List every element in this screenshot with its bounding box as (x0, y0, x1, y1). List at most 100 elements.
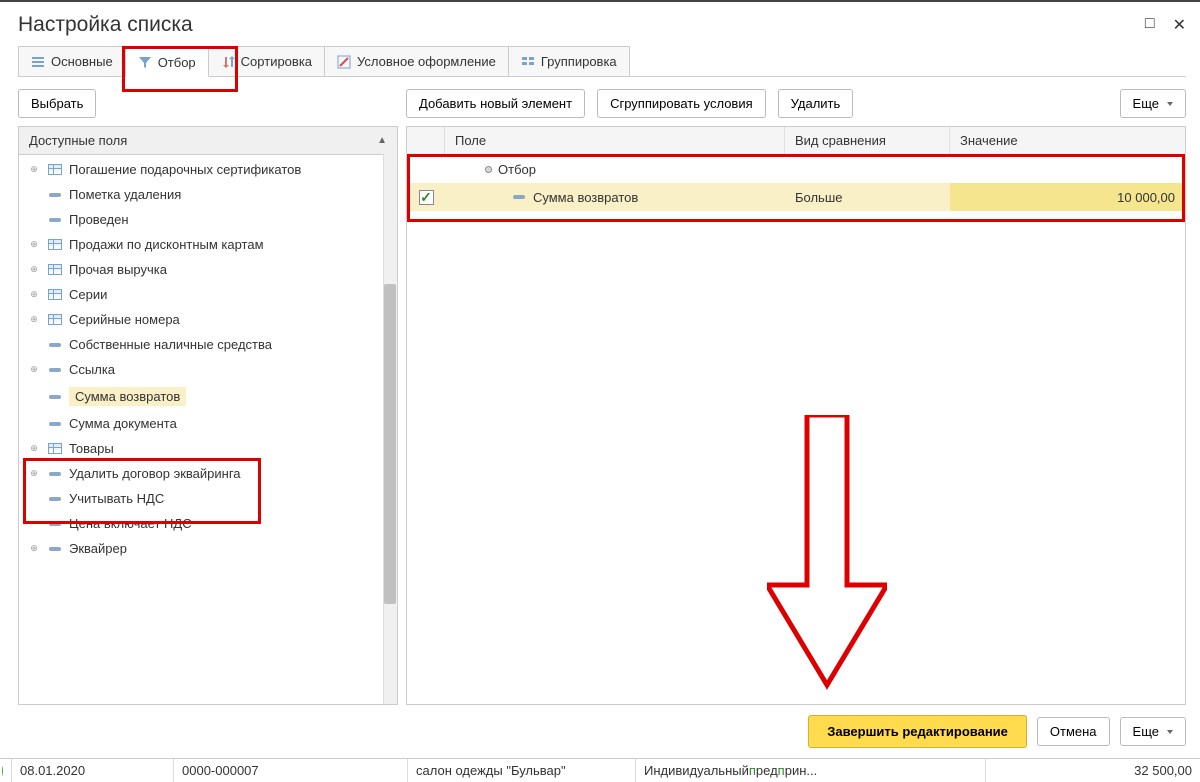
filter-row-comparison[interactable]: Больше (785, 183, 950, 211)
expand-icon[interactable]: ⊕ (27, 239, 41, 250)
window: Настройка списка □ ✕ Основные Отбор Сорт… (0, 0, 1200, 777)
red-arrow-annotation (767, 415, 887, 695)
field-item[interactable]: ⊕ Серии (19, 282, 397, 307)
status-org: салон одежды "Бульвар" (408, 759, 636, 782)
field-item[interactable]: Цена включает НДС (19, 511, 397, 536)
field-label: Серийные номера (69, 312, 180, 327)
field-item[interactable]: ⊕ Прочая выручка (19, 257, 397, 282)
dialog-footer: Завершить редактирование Отмена Еще (0, 705, 1200, 758)
maximize-icon[interactable]: □ (1145, 15, 1155, 35)
field-item[interactable]: ⊕ Товары (19, 436, 397, 461)
collapse-icon: ▲ (377, 135, 387, 146)
add-element-button[interactable]: Добавить новый элемент (406, 89, 585, 118)
tab-sort[interactable]: Сортировка (208, 46, 325, 76)
expand-icon[interactable]: ⊕ (27, 314, 41, 325)
list-icon (31, 55, 45, 69)
field-icon (513, 195, 525, 199)
status-docnum: 0000-000007 (174, 759, 408, 782)
finish-editing-button[interactable]: Завершить редактирование (808, 715, 1027, 748)
field-item[interactable]: Сумма возвратов (19, 382, 397, 411)
expand-icon[interactable]: ⊕ (27, 443, 41, 454)
tab-main[interactable]: Основные (18, 46, 126, 76)
field-item[interactable]: ⊕ Эквайрер (19, 536, 397, 561)
dash-icon (47, 417, 63, 431)
dash-icon (47, 517, 63, 531)
select-button[interactable]: Выбрать (18, 89, 96, 118)
tab-label: Основные (51, 54, 113, 69)
scrollbar[interactable] (383, 154, 397, 704)
dash-icon (47, 213, 63, 227)
window-title: Настройка списка (18, 13, 193, 37)
expand-icon[interactable]: ⊕ (27, 289, 41, 300)
tab-label: Сортировка (241, 54, 312, 69)
field-item[interactable]: Собственные наличные средства (19, 332, 397, 357)
collapse-node-icon[interactable] (485, 166, 492, 173)
field-label: Цена включает НДС (69, 516, 192, 531)
cancel-button[interactable]: Отмена (1037, 717, 1110, 746)
field-label: Серии (69, 287, 107, 302)
field-item[interactable]: Пометка удаления (19, 182, 397, 207)
dash-icon (47, 188, 63, 202)
expand-icon[interactable]: ⊕ (27, 468, 41, 479)
tab-conditional-format[interactable]: Условное оформление (324, 46, 509, 76)
field-item[interactable]: Проведен (19, 207, 397, 232)
window-controls: □ ✕ (1145, 15, 1186, 35)
expand-icon[interactable]: ⊕ (27, 364, 41, 375)
field-label: Продажи по дисконтным картам (69, 237, 264, 252)
field-item[interactable]: ⊕Ссылка (19, 357, 397, 382)
scrollbar-thumb[interactable] (384, 284, 396, 604)
status-bar: 08.01.2020 0000-000007 салон одежды "Бул… (0, 758, 1200, 782)
dash-icon (47, 467, 63, 481)
filter-row-checkbox[interactable]: ✓ (419, 190, 434, 205)
field-item[interactable]: Сумма документа (19, 411, 397, 436)
status-counterparty: Индивидуальный предприн... (636, 759, 986, 782)
field-label: Эквайрер (69, 541, 127, 556)
field-item[interactable]: ⊕Удалить договор эквайринга (19, 461, 397, 486)
field-label: Погашение подарочных сертификатов (69, 162, 301, 177)
table-icon (47, 288, 63, 302)
right-toolbar: Добавить новый элемент Сгруппировать усл… (406, 89, 1186, 118)
filter-header-check (407, 127, 445, 154)
tab-grouping[interactable]: Группировка (508, 46, 630, 76)
table-icon (47, 238, 63, 252)
field-label: Собственные наличные средства (69, 337, 272, 352)
group-conditions-button[interactable]: Сгруппировать условия (597, 89, 766, 118)
expand-icon[interactable]: ⊕ (27, 264, 41, 275)
available-fields-list[interactable]: ⊕ Погашение подарочных сертификатов Пометк… (19, 155, 397, 704)
dash-icon (47, 542, 63, 556)
footer-more-button[interactable]: Еще (1120, 717, 1186, 746)
field-item[interactable]: ⊕ Продажи по дисконтным картам (19, 232, 397, 257)
close-icon[interactable]: ✕ (1173, 15, 1186, 35)
field-label: Товары (69, 441, 114, 456)
expand-icon[interactable]: ⊕ (27, 164, 41, 175)
filter-icon (138, 55, 152, 69)
filter-body: Отбор ✓ Сумма возвратов Больше (407, 155, 1185, 704)
status-date: 08.01.2020 (12, 759, 174, 782)
field-item[interactable]: ⊕ Погашение подарочных сертификатов (19, 157, 397, 182)
content: Выбрать Доступные поля ▲ ⊕ Погашение пода… (0, 77, 1200, 705)
field-label: Сумма документа (69, 416, 177, 431)
table-icon (47, 163, 63, 177)
field-item[interactable]: ⊕ Серийные номера (19, 307, 397, 332)
filter-header-value: Значение (950, 127, 1185, 154)
table-icon (47, 313, 63, 327)
field-item[interactable]: Учитывать НДС (19, 486, 397, 511)
dash-icon (47, 338, 63, 352)
filter-row-field: Сумма возвратов (533, 190, 638, 205)
available-fields-header[interactable]: Доступные поля ▲ (19, 127, 397, 155)
filter-row[interactable]: ✓ Сумма возвратов Больше 10 000,00 (407, 183, 1185, 211)
dash-icon (47, 492, 63, 506)
dash-icon (47, 390, 63, 404)
field-label: Прочая выручка (69, 262, 167, 277)
field-label: Пометка удаления (69, 187, 181, 202)
tab-filter[interactable]: Отбор (125, 47, 209, 77)
available-fields-label: Доступные поля (29, 133, 127, 148)
delete-button[interactable]: Удалить (778, 89, 854, 118)
more-button[interactable]: Еще (1120, 89, 1186, 118)
filter-group-row[interactable]: Отбор (407, 155, 1185, 183)
titlebar: Настройка списка □ ✕ (0, 2, 1200, 46)
sort-icon (221, 55, 235, 69)
expand-icon[interactable]: ⊕ (27, 543, 41, 554)
field-label: Проведен (69, 212, 129, 227)
filter-row-value[interactable]: 10 000,00 (950, 183, 1185, 211)
